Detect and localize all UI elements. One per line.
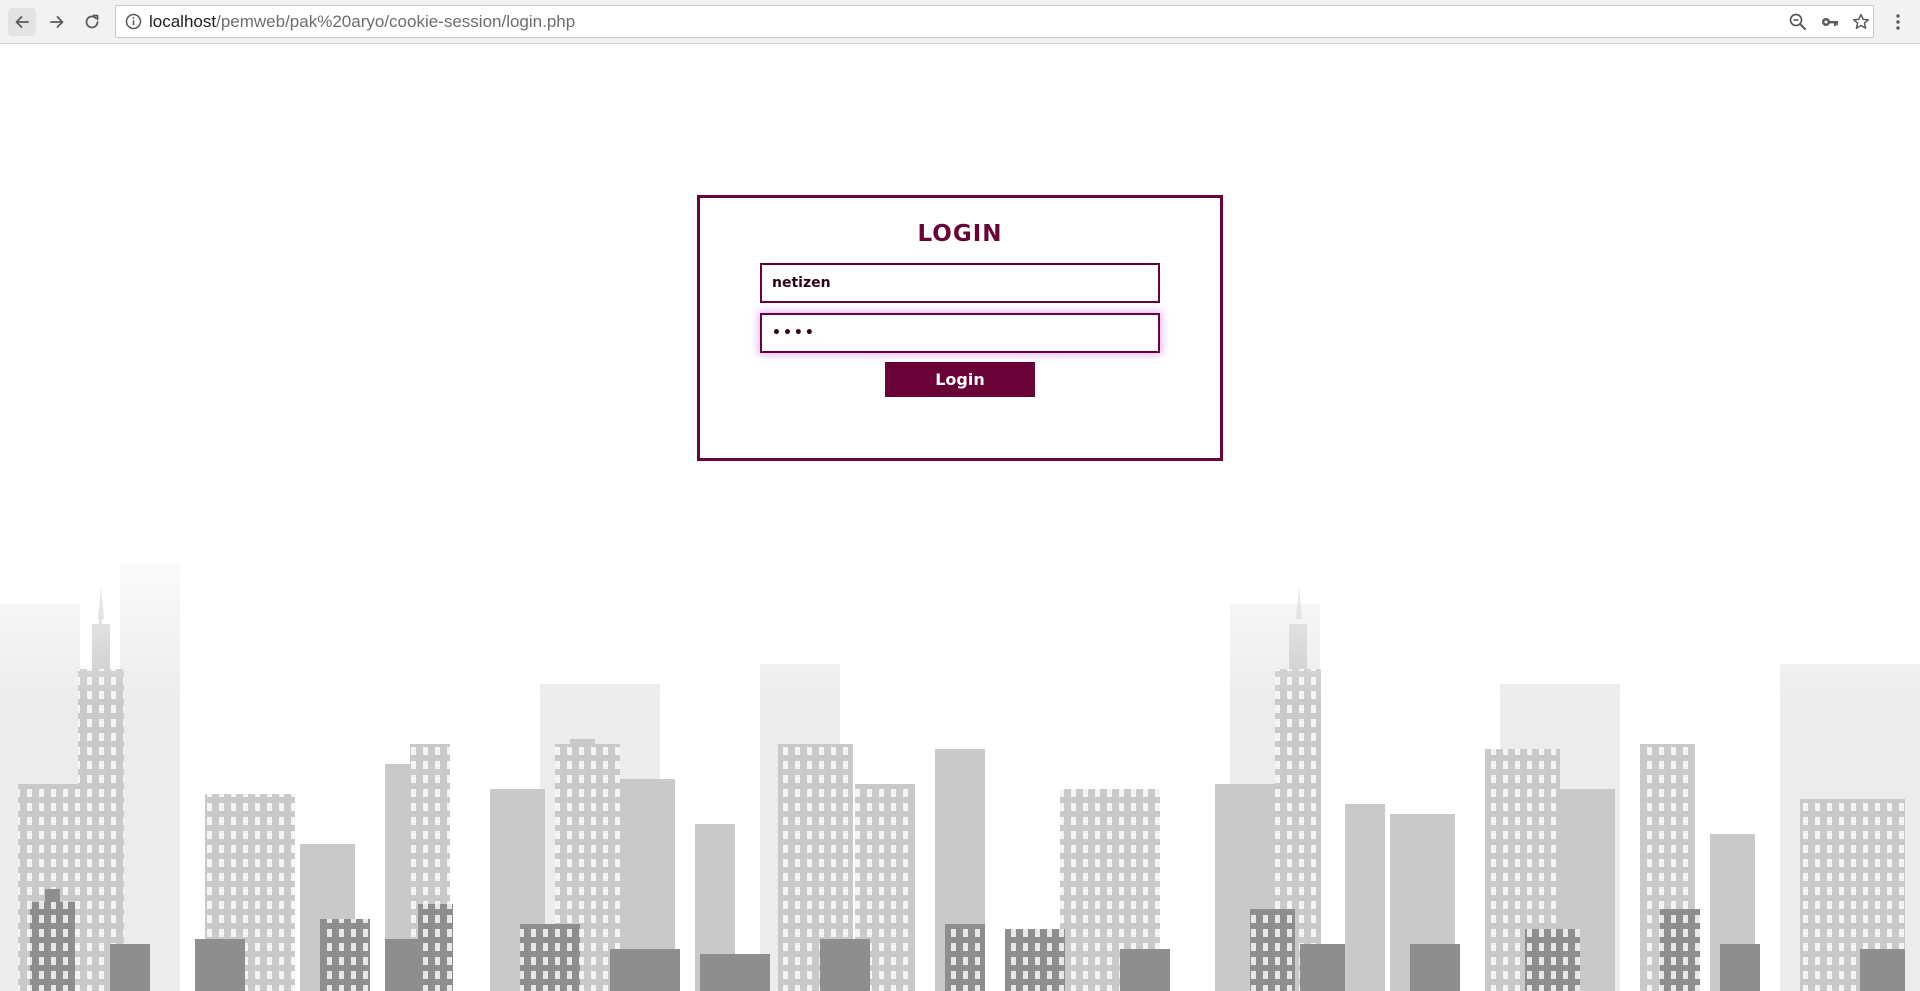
zoom-out-icon: [1789, 13, 1806, 30]
zoom-button[interactable]: [1788, 12, 1808, 32]
url-path: /pemweb/pak%20aryo/cookie-session/login.…: [216, 12, 576, 31]
city-skyline-background: [0, 524, 1920, 991]
url-text[interactable]: localhost/pemweb/pak%20aryo/cookie-sessi…: [149, 13, 575, 31]
url-host: localhost: [149, 12, 217, 31]
login-title: LOGIN: [917, 221, 1003, 247]
forward-button[interactable]: [43, 8, 71, 36]
reload-icon: [85, 14, 99, 29]
reload-button[interactable]: [78, 8, 106, 36]
forward-arrow-icon: [50, 16, 64, 28]
info-icon[interactable]: [125, 13, 142, 30]
back-button[interactable]: [8, 8, 36, 36]
address-bar[interactable]: localhost/pemweb/pak%20aryo/cookie-sessi…: [115, 5, 1874, 38]
browser-menu-button[interactable]: [1888, 10, 1908, 34]
password-input[interactable]: [760, 313, 1160, 353]
username-input[interactable]: [760, 263, 1160, 303]
browser-toolbar: localhost/pemweb/pak%20aryo/cookie-sessi…: [0, 0, 1920, 44]
bookmark-button[interactable]: [1851, 12, 1871, 32]
more-vert-icon: [1896, 14, 1900, 30]
login-form: LOGIN Login: [697, 195, 1223, 461]
passwords-button[interactable]: [1820, 12, 1840, 32]
key-icon: [1822, 18, 1838, 26]
login-button[interactable]: Login: [885, 362, 1035, 397]
back-arrow-icon: [15, 16, 29, 28]
page-viewport: LOGIN Login: [0, 44, 1920, 991]
bookmark-star-icon: [1852, 13, 1870, 29]
